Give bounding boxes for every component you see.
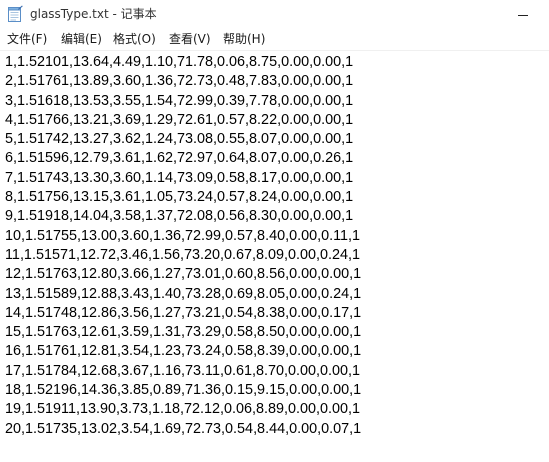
text-line: 9,1.51918,14.04,3.58,1.37,72.08,0.56,8.3…: [5, 208, 354, 225]
text-editor[interactable]: 1,1.52101,13.64,4.49,1.10,71.78,0.06,8.7…: [0, 50, 549, 462]
menu-format[interactable]: 格式(O): [113, 32, 156, 47]
notepad-icon: [7, 5, 23, 23]
text-line: 7,1.51743,13.30,3.60,1.14,73.09,0.58,8.1…: [5, 169, 354, 186]
text-line: 1,1.52101,13.64,4.49,1.10,71.78,0.06,8.7…: [5, 54, 354, 70]
text-line: 4,1.51766,13.21,3.69,1.29,72.61,0.57,8.2…: [5, 111, 354, 128]
minimize-icon: [518, 14, 528, 16]
notepad-window: glassType.txt - 记事本 文件(F) 编辑(E) 格式(O) 查看…: [0, 0, 549, 462]
menu-view[interactable]: 查看(V): [169, 32, 211, 47]
text-line: 10,1.51755,13.00,3.60,1.36,72.99,0.57,8.…: [5, 227, 361, 244]
text-line: 13,1.51589,12.88,3.43,1.40,73.28,0.69,8.…: [5, 285, 362, 302]
menu-bar: 文件(F) 编辑(E) 格式(O) 查看(V) 帮助(H): [0, 30, 549, 49]
minimize-button[interactable]: [500, 0, 546, 30]
document-text: 1,1.52101,13.64,4.49,1.10,71.78,0.06,8.7…: [5, 53, 361, 439]
text-line: 11,1.51571,12.72,3.46,1.56,73.20,0.67,8.…: [5, 246, 361, 263]
window-title: glassType.txt - 记事本: [30, 7, 157, 21]
menu-help[interactable]: 帮助(H): [223, 32, 265, 47]
text-line: 8,1.51756,13.15,3.61,1.05,73.24,0.57,8.2…: [5, 189, 354, 206]
text-line: 5,1.51742,13.27,3.62,1.24,73.08,0.55,8.0…: [5, 131, 354, 148]
title-bar[interactable]: glassType.txt - 记事本: [0, 0, 549, 30]
text-line: 2,1.51761,13.89,3.60,1.36,72.73,0.48,7.8…: [5, 73, 354, 90]
text-line: 3,1.51618,13.53,3.55,1.54,72.99,0.39,7.7…: [5, 92, 354, 109]
text-line: 18,1.52196,14.36,3.85,0.89,71.36,0.15,9.…: [5, 382, 362, 399]
text-line: 12,1.51763,12.80,3.66,1.27,73.01,0.60,8.…: [5, 266, 362, 283]
text-line: 6,1.51596,12.79,3.61,1.62,72.97,0.64,8.0…: [5, 150, 354, 167]
text-line: 20,1.51735,13.02,3.54,1.69,72.73,0.54,8.…: [5, 420, 362, 437]
menu-edit[interactable]: 编辑(E): [61, 32, 102, 47]
text-line: 17,1.51784,12.68,3.67,1.16,73.11,0.61,8.…: [5, 362, 361, 379]
menu-file[interactable]: 文件(F): [7, 32, 47, 47]
text-line: 19,1.51911,13.90,3.73,1.18,72.12,0.06,8.…: [5, 401, 361, 418]
text-line: 14,1.51748,12.86,3.56,1.27,73.21,0.54,8.…: [5, 304, 362, 321]
text-line: 16,1.51761,12.81,3.54,1.23,73.24,0.58,8.…: [5, 343, 362, 360]
text-line: 15,1.51763,12.61,3.59,1.31,73.29,0.58,8.…: [5, 324, 362, 341]
